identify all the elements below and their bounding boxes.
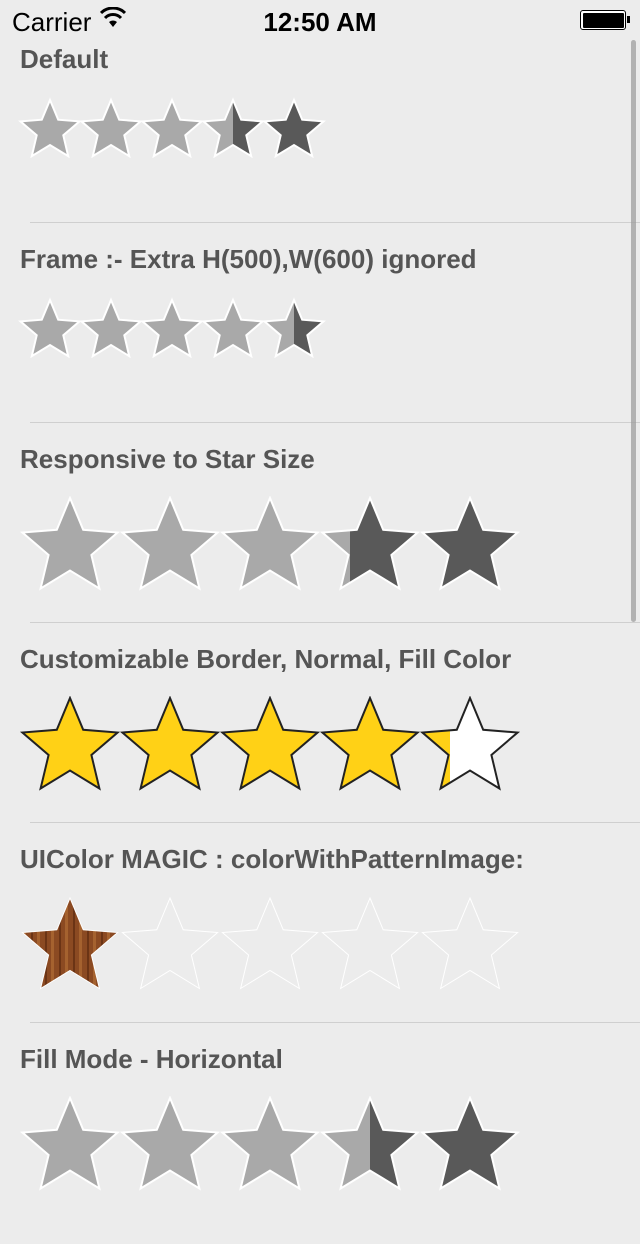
star-icon[interactable] [319,496,421,591]
divider [30,422,640,423]
section-title: Customizable Border, Normal, Fill Color [20,644,512,674]
divider [30,222,640,223]
rating-section-horizontal: Fill Mode - Horizontal [0,1044,640,1244]
star-icon[interactable] [18,97,82,159]
star-icon[interactable] [319,1096,421,1191]
star-icon[interactable] [419,1096,521,1191]
star-icon[interactable] [221,896,319,990]
star-rating-control[interactable] [0,94,640,194]
star-icon[interactable] [319,696,421,791]
star-icon[interactable] [79,297,143,359]
section-title: Fill Mode - Horizontal [20,1044,283,1074]
battery-icon [580,10,630,30]
star-icon[interactable] [419,696,521,791]
star-icon[interactable] [201,297,265,359]
divider [30,622,640,623]
star-icon[interactable] [119,1096,221,1191]
divider [30,1022,640,1023]
star-icon[interactable] [119,496,221,591]
section-title: Responsive to Star Size [20,444,315,474]
star-icon[interactable] [321,896,419,990]
clock: 12:50 AM [263,7,377,37]
star-rating-control[interactable] [0,696,640,806]
star-icon[interactable] [140,297,204,359]
star-icon[interactable] [219,1096,321,1191]
rating-section-responsive: Responsive to Star Size [0,444,640,644]
star-rating-control[interactable] [0,1096,640,1206]
star-rating-control[interactable] [0,896,640,1006]
star-icon[interactable] [421,896,519,990]
star-icon[interactable] [121,896,219,990]
divider [30,822,640,823]
star-icon[interactable] [219,496,321,591]
section-title: UIColor MAGIC : colorWithPatternImage: [20,844,524,874]
star-icon[interactable] [140,97,204,159]
star-icon[interactable] [419,496,521,591]
star-icon[interactable] [262,297,326,359]
rating-section-default: Default [0,44,640,244]
rating-section-frame: Frame :- Extra H(500),W(600) ignored [0,244,640,444]
star-icon[interactable] [79,97,143,159]
scroll-indicator[interactable] [631,40,636,622]
star-icon[interactable] [19,1096,121,1191]
star-icon[interactable] [19,696,121,791]
star-icon[interactable] [262,97,326,159]
star-icon[interactable] [219,696,321,791]
star-icon[interactable] [119,696,221,791]
rating-section-pattern: UIColor MAGIC : colorWithPatternImage: [0,844,640,1044]
star-rating-control[interactable] [0,496,640,606]
section-title: Default [20,44,109,74]
star-rating-control[interactable] [0,294,640,394]
star-icon[interactable] [19,496,121,591]
rating-section-custom-color: Customizable Border, Normal, Fill Color [0,644,640,844]
status-bar: Carrier 12:50 AM [0,0,640,40]
star-icon[interactable] [201,97,265,159]
section-title: Frame :- Extra H(500),W(600) ignored [20,244,477,274]
star-icon[interactable] [18,297,82,359]
star-icon[interactable] [21,896,119,990]
